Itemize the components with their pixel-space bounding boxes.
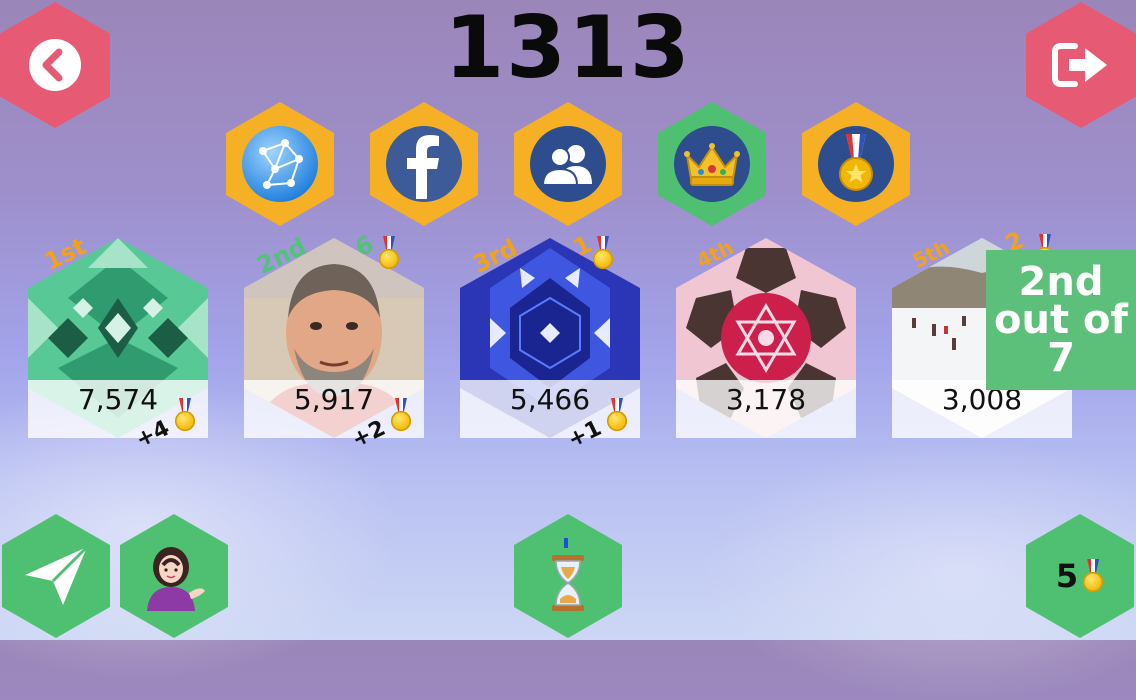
paper-plane-icon <box>25 545 89 605</box>
score-value: 3,178 <box>725 383 807 416</box>
facebook-icon <box>407 135 439 199</box>
woman-tipping-hand-icon <box>147 547 205 611</box>
medal-icon <box>390 398 412 432</box>
medal-icon <box>378 236 400 270</box>
timer-progress <box>564 538 568 548</box>
filter-crown-button[interactable] <box>658 102 766 226</box>
rank-position-box: 2nd out of 7 <box>986 250 1136 390</box>
leaderboard-entry[interactable]: 5,466 3rd 1 +1 <box>460 230 640 453</box>
leaderboard-entry[interactable]: 3,178 4th <box>676 235 856 448</box>
position-rank: 2nd <box>1018 259 1104 305</box>
medal-icon <box>1082 559 1104 593</box>
leaderboard-entry[interactable]: 7,574 1st +4 <box>28 232 208 453</box>
position-total: 7 <box>1047 335 1075 381</box>
medal-icon <box>592 236 614 270</box>
hourglass-icon <box>552 555 584 611</box>
timer-button[interactable] <box>514 514 622 638</box>
globe-network-icon <box>259 139 303 189</box>
chevron-left-icon <box>29 39 81 91</box>
medals-total: 5 <box>1055 557 1079 595</box>
medal-icon <box>174 398 196 432</box>
send-button[interactable] <box>2 514 110 638</box>
filter-global-button[interactable] <box>226 102 334 226</box>
medals-total-button[interactable]: 5 <box>1026 514 1134 638</box>
exit-arrow-icon <box>1052 43 1107 87</box>
position-out-of: out of <box>994 297 1128 343</box>
score-display: 1313 <box>444 0 692 98</box>
friends-icon <box>541 145 592 186</box>
filter-friends-button[interactable] <box>514 102 622 226</box>
medal-icon <box>606 398 628 432</box>
profile-button[interactable] <box>120 514 228 638</box>
filter-facebook-button[interactable] <box>370 102 478 226</box>
filter-medal-button[interactable] <box>802 102 910 226</box>
leaderboard-entry[interactable]: 5,917 2nd 6 +2 <box>244 230 424 453</box>
medal-icon <box>839 134 873 191</box>
crown-icon <box>684 143 740 186</box>
